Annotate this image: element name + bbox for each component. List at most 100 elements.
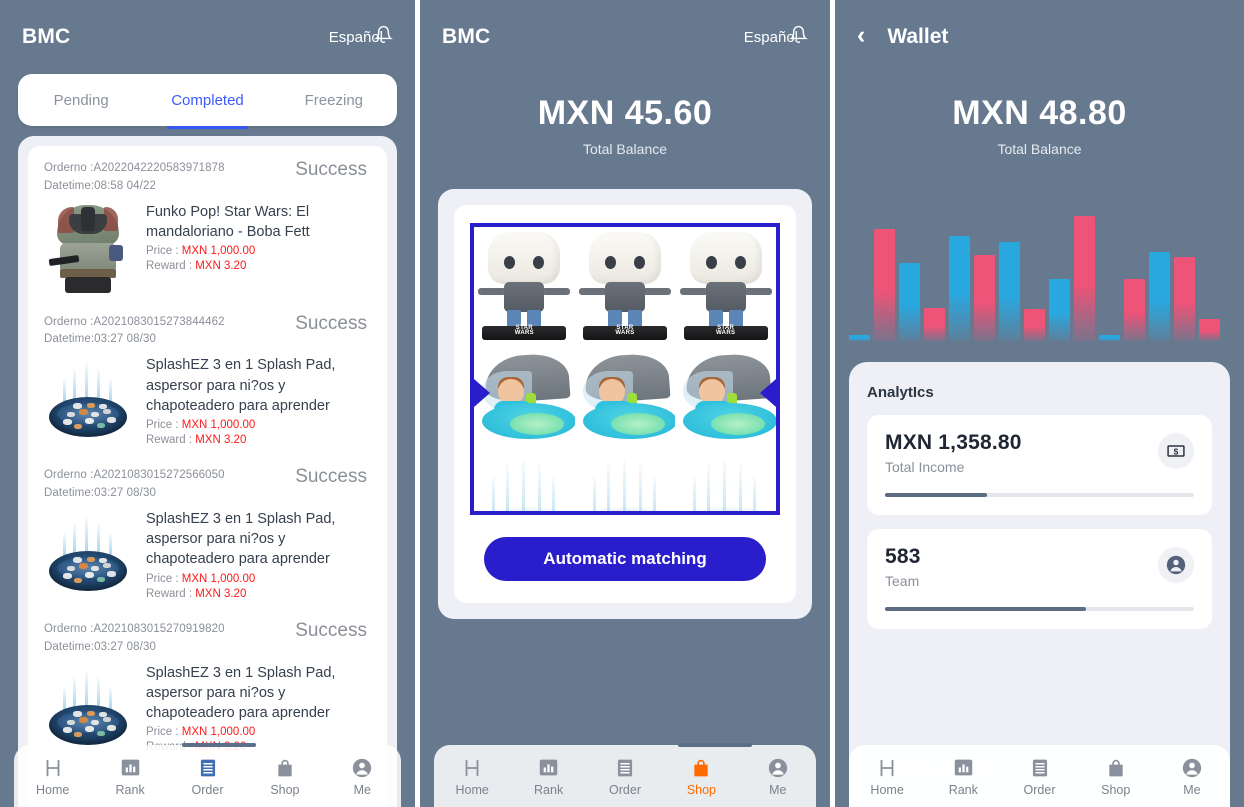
splash-pad-thumbnail (47, 669, 129, 749)
person-icon (351, 756, 373, 780)
chart-bar (874, 229, 895, 341)
funko-pop-icon: STAR WARS (577, 232, 673, 340)
order-body: SplashEZ 3 en 1 Splash Pad, aspersor par… (44, 355, 371, 447)
nav-item-label: Home (870, 782, 904, 797)
nav-item-order[interactable]: Order (587, 756, 663, 797)
automatic-matching-button[interactable]: Automatic matching (484, 537, 766, 581)
nav-item-label: Rank (115, 782, 145, 797)
shop-topbar: BMC Español (420, 0, 830, 74)
order-item[interactable]: Orderno :A2022042220583971878 Datetime:08… (44, 146, 371, 300)
nav-item-home[interactable]: Home (849, 756, 925, 797)
receipt-icon (1030, 756, 1050, 780)
bell-icon[interactable] (789, 25, 808, 49)
nav-item-rank[interactable]: Rank (510, 756, 586, 797)
product-title: SplashEZ 3 en 1 Splash Pad, aspersor par… (146, 510, 336, 568)
nav-item-shop[interactable]: Shop (246, 756, 323, 797)
splash-baby-icon (575, 352, 676, 449)
chevron-left-icon[interactable]: ‹ (857, 23, 865, 48)
nav-item-label: Rank (948, 782, 978, 797)
stat-card-team[interactable]: 583 Team (867, 529, 1212, 629)
nav-item-label: Home (455, 782, 489, 797)
product-thumbnail (44, 663, 132, 755)
nav-item-shop[interactable]: Shop (1078, 756, 1154, 797)
order-datetime: Datetime:03:27 08/30 (44, 487, 156, 500)
product-reward: Reward : MXN 3.20 (146, 434, 247, 447)
order-item[interactable]: Orderno :A2021083015273844462 Datetime:03… (44, 300, 371, 454)
nav-item-label: Order (609, 782, 641, 797)
right-arrow-marker (760, 379, 776, 407)
chart-bar (899, 263, 920, 341)
stat-value: MXN 1,358.80 (885, 431, 1022, 454)
nav-item-label: Me (1183, 782, 1201, 797)
bell-icon[interactable] (374, 25, 393, 49)
tab-freezing[interactable]: Freezing (271, 74, 397, 126)
water-jets-icon (575, 458, 676, 511)
bottom-nav-wallet: Home Rank Order Shop Me (849, 745, 1230, 807)
person-icon (1158, 547, 1194, 583)
progress-fill (885, 607, 1086, 611)
nav-item-me[interactable]: Me (324, 756, 401, 797)
product-thumbnail (44, 202, 132, 294)
status-badge: Success (295, 619, 367, 641)
chart-bar (1124, 279, 1145, 341)
progress-fill (885, 493, 987, 497)
bottom-nav-shop: Home Rank Order Shop Me (434, 743, 816, 807)
nav-active-indicator (677, 743, 752, 747)
nav-item-home[interactable]: Home (14, 756, 91, 797)
order-number: Orderno :A2021083015272566050 (44, 469, 225, 482)
wallet-balance-amount: MXN 48.80 (952, 94, 1127, 132)
status-badge: Success (295, 312, 367, 334)
nav-item-label: Me (353, 782, 372, 797)
wallet-topbar: ‹ Wallet (835, 0, 1244, 74)
orders-list[interactable]: Orderno :A2022042220583971878 Datetime:08… (28, 146, 387, 807)
nav-item-me[interactable]: Me (740, 756, 816, 797)
slot-item-water-jets (575, 457, 676, 511)
order-header: Orderno :A2021083015270919820 Datetime:03… (44, 619, 371, 657)
product-price: Price : MXN 1,000.00 (146, 572, 256, 585)
screenshot-stage: BMC Español Pending Completed Freezing O… (0, 0, 1244, 807)
order-number: Orderno :A2021083015273844462 (44, 315, 225, 328)
matching-card: STAR WARS STAR WARS STAR WARS Automatic … (438, 189, 812, 619)
wallet-bar-chart (835, 179, 1244, 341)
chart-bar (924, 308, 945, 341)
shopping-bag-icon (691, 756, 711, 780)
tab-completed[interactable]: Completed (144, 74, 270, 129)
nav-item-label: Me (769, 782, 787, 797)
splash-pad-thumbnail (47, 361, 129, 441)
nav-item-label: Shop (686, 782, 717, 797)
bar-chart-icon (953, 756, 974, 780)
wallet-balance-label: Total Balance (997, 141, 1082, 157)
nav-item-rank[interactable]: Rank (91, 756, 168, 797)
nav-item-shop[interactable]: Shop (663, 756, 739, 797)
water-jets-icon (675, 458, 776, 511)
chart-bar (949, 236, 970, 341)
nav-item-label: Order (1023, 782, 1056, 797)
nav-item-home[interactable]: Home (434, 756, 510, 797)
product-price: Price : MXN 1,000.00 (146, 419, 256, 432)
shop-balance-label: Total Balance (582, 141, 668, 157)
app-brand: BMC (22, 25, 71, 48)
shopping-bag-icon (275, 756, 295, 780)
shop-balance-block: MXN 45.60 Total Balance (420, 74, 830, 157)
nav-item-me[interactable]: Me (1154, 756, 1230, 797)
order-item[interactable]: Orderno :A2021083015272566050 Datetime:03… (44, 453, 371, 607)
nav-item-label: Order (191, 782, 224, 797)
stat-label: Total Income (885, 459, 965, 475)
svg-text:$: $ (1174, 446, 1179, 456)
nav-item-label: Shop (1101, 782, 1131, 797)
order-info: SplashEZ 3 en 1 Splash Pad, aspersor par… (146, 663, 371, 755)
nav-item-order[interactable]: Order (1001, 756, 1077, 797)
stat-card-total-income[interactable]: MXN 1,358.80 Total Income $ (867, 415, 1212, 515)
nav-item-rank[interactable]: Rank (925, 756, 1001, 797)
tab-pending[interactable]: Pending (18, 74, 144, 126)
wallet-screen: ‹ Wallet MXN 48.80 Total Balance Wallet … (835, 0, 1244, 807)
shopping-bag-icon (1106, 756, 1126, 780)
chart-bar (1199, 319, 1220, 341)
order-item[interactable]: Orderno :A2021083015270919820 Datetime:03… (44, 607, 371, 761)
water-jets-icon (474, 458, 575, 511)
order-info: SplashEZ 3 en 1 Splash Pad, aspersor par… (146, 355, 371, 447)
product-reward: Reward : MXN 3.20 (146, 587, 247, 600)
chart-bar (1074, 216, 1095, 341)
slot-item-funko: STAR WARS (675, 227, 776, 345)
nav-item-order[interactable]: Order (169, 756, 246, 797)
